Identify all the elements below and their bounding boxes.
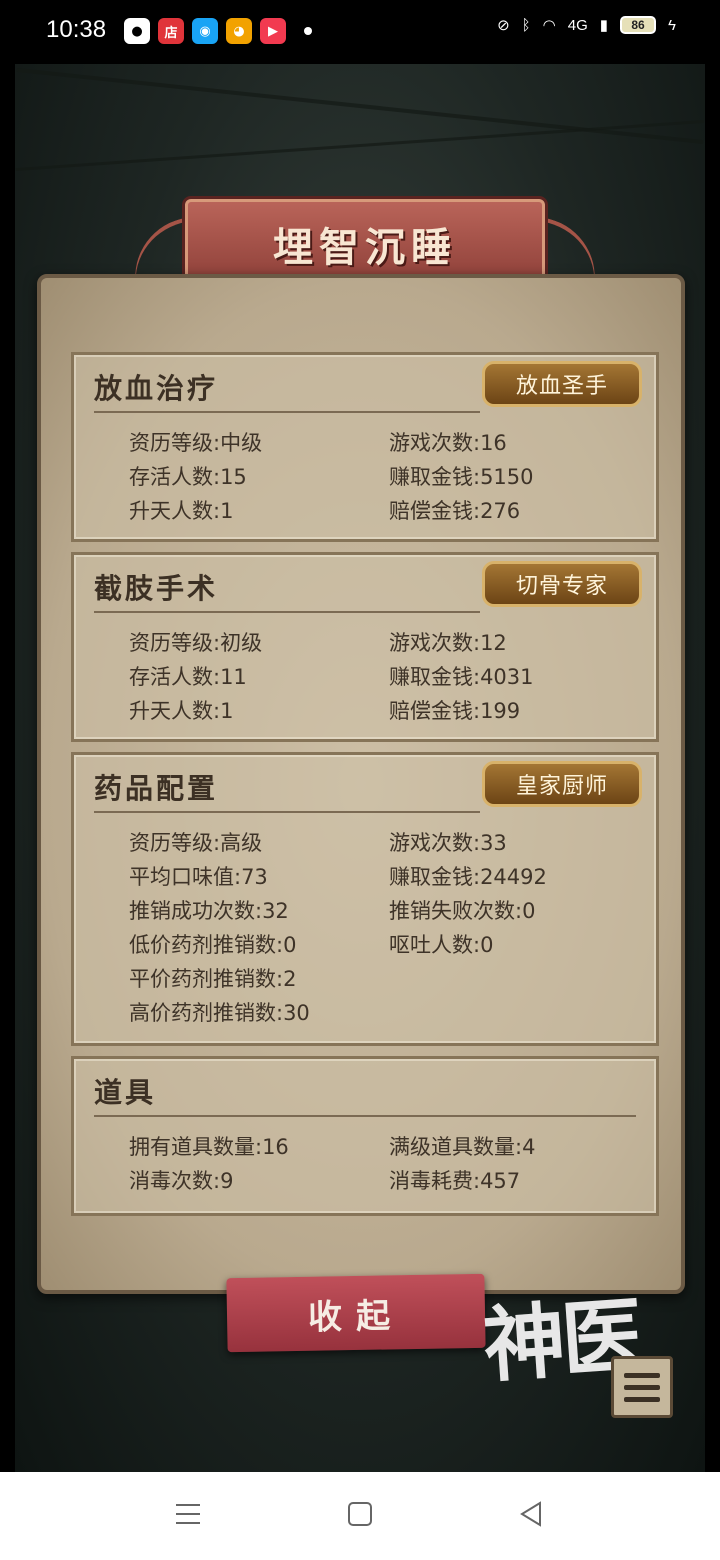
- stat-row: 资历等级:高级 游戏次数:33: [129, 825, 649, 859]
- stat-row: 升天人数:1 赔偿金钱:276: [129, 493, 649, 527]
- notification-icons: ● 店 ◉ ◕ ▶: [124, 18, 312, 44]
- section-divider: [94, 611, 480, 613]
- stat-row: 平均口味值:73 赚取金钱:24492: [129, 859, 649, 893]
- stat-item: 消毒次数:9: [129, 1169, 234, 1193]
- collapse-label: 收起: [307, 1295, 405, 1338]
- menu-line: [624, 1372, 660, 1378]
- stat-row: 存活人数:11 赚取金钱:4031: [129, 659, 649, 693]
- vibrate-icon: ⊘: [497, 17, 510, 34]
- stat-row: 推销成功次数:32 推销失败次数:0: [129, 893, 649, 927]
- system-icons: ⊘ ᛒ ◠ 4G ▮ 86 ϟ: [497, 16, 676, 34]
- stat-item: 升天人数:1: [129, 699, 234, 723]
- stat-item: 消毒耗费:457: [389, 1169, 521, 1193]
- section-divider: [94, 1115, 636, 1117]
- stat-item: 呕吐人数:0: [389, 933, 494, 957]
- stat-item: 赔偿金钱:276: [389, 499, 521, 523]
- video-icon: ▶: [260, 18, 286, 44]
- wifi-icon: ◠: [542, 17, 556, 34]
- recent-apps-icon[interactable]: [174, 1500, 202, 1528]
- stat-item: 资历等级:中级: [129, 431, 263, 455]
- stat-item: 平均口味值:73: [129, 865, 268, 889]
- home-icon[interactable]: [346, 1500, 374, 1528]
- stats-grid: 资历等级:高级 游戏次数:33 平均口味值:73 赚取金钱:24492 推销成功…: [129, 825, 649, 1029]
- stats-grid: 资历等级:初级 游戏次数:12 存活人数:11 赚取金钱:4031 升天人数:1…: [129, 625, 649, 727]
- stat-item: 平价药剂推销数:2: [129, 967, 297, 991]
- battery-icon: 86: [620, 16, 657, 34]
- stat-item: 游戏次数:16: [389, 431, 507, 455]
- stat-item: 资历等级:初级: [129, 631, 263, 655]
- stat-item: 资历等级:高级: [129, 831, 263, 855]
- stats-panel: 放血治疗 放血圣手 资历等级:中级 游戏次数:16 存活人数:15 赚取金钱:5…: [37, 274, 685, 1294]
- qq-icon: ◉: [192, 18, 218, 44]
- stat-row: 平价药剂推销数:2: [129, 961, 649, 995]
- stat-item: 赔偿金钱:199: [389, 699, 521, 723]
- stat-row: 消毒次数:9 消毒耗费:457: [129, 1163, 649, 1197]
- stat-row: 资历等级:初级 游戏次数:12: [129, 625, 649, 659]
- stat-item: 推销失败次数:0: [389, 899, 536, 923]
- stat-item: 升天人数:1: [129, 499, 234, 523]
- section-title: 道具: [94, 1076, 157, 1109]
- stat-row: 存活人数:15 赚取金钱:5150: [129, 459, 649, 493]
- weibo-icon: ◕: [226, 18, 252, 44]
- stats-grid: 资历等级:中级 游戏次数:16 存活人数:15 赚取金钱:5150 升天人数:1…: [129, 425, 649, 527]
- signal-icon: ▮: [599, 17, 609, 34]
- stats-grid: 拥有道具数量:16 满级道具数量:4 消毒次数:9 消毒耗费:457: [129, 1129, 649, 1197]
- section-title: 放血治疗: [94, 372, 219, 405]
- section-items: 道具 拥有道具数量:16 满级道具数量:4 消毒次数:9 消毒耗费:457: [71, 1056, 659, 1216]
- section-title: 药品配置: [94, 772, 219, 805]
- stat-item: 满级道具数量:4: [389, 1135, 536, 1159]
- status-bar: 10:38 ● 店 ◉ ◕ ▶ ⊘ ᛒ ◠ 4G ▮ 86 ϟ: [0, 0, 720, 64]
- stat-row: 拥有道具数量:16 满级道具数量:4: [129, 1129, 649, 1163]
- game-screen: 埋智沉睡 放血治疗 放血圣手 资历等级:中级 游戏次数:16 存活人数:15 赚…: [15, 64, 705, 1472]
- stat-item: 高价药剂推销数:30: [129, 1001, 310, 1025]
- section-medicine: 药品配置 皇家厨师 资历等级:高级 游戏次数:33 平均口味值:73 赚取金钱:…: [71, 752, 659, 1046]
- banner-title: 埋智沉睡: [273, 224, 457, 271]
- stat-item: 游戏次数:12: [389, 631, 507, 655]
- stat-item: 推销成功次数:32: [129, 899, 289, 923]
- section-divider: [94, 811, 480, 813]
- back-icon[interactable]: [518, 1500, 546, 1528]
- wechat-icon: ●: [124, 18, 150, 44]
- stat-item: 赚取金钱:5150: [389, 465, 534, 489]
- stat-item: 低价药剂推销数:0: [129, 933, 297, 957]
- section-bloodletting: 放血治疗 放血圣手 资历等级:中级 游戏次数:16 存活人数:15 赚取金钱:5…: [71, 352, 659, 542]
- section-amputation: 截肢手术 切骨专家 资历等级:初级 游戏次数:12 存活人数:11 赚取金钱:4…: [71, 552, 659, 742]
- stat-item: 游戏次数:33: [389, 831, 507, 855]
- stat-item: 赚取金钱:4031: [389, 665, 534, 689]
- section-title: 截肢手术: [94, 572, 219, 605]
- title-badge: 切骨专家: [482, 561, 642, 607]
- title-badge: 皇家厨师: [482, 761, 642, 807]
- background-beam: [15, 119, 705, 172]
- stat-row: 高价药剂推销数:30: [129, 995, 649, 1029]
- status-time: 10:38: [46, 16, 107, 43]
- menu-line: [624, 1396, 660, 1402]
- navigation-bar: [0, 1472, 720, 1560]
- stat-row: 升天人数:1 赔偿金钱:199: [129, 693, 649, 727]
- background-beam: [16, 67, 704, 145]
- charging-icon: ϟ: [668, 16, 676, 34]
- stat-row: 资历等级:中级 游戏次数:16: [129, 425, 649, 459]
- stat-item: 赚取金钱:24492: [389, 865, 547, 889]
- store-icon: 店: [158, 18, 184, 44]
- more-notifications-icon: [304, 27, 312, 35]
- stat-item: 存活人数:15: [129, 465, 247, 489]
- network-type: 4G: [567, 16, 588, 34]
- bluetooth-icon: ᛒ: [521, 16, 531, 34]
- stat-row: 低价药剂推销数:0 呕吐人数:0: [129, 927, 649, 961]
- section-divider: [94, 411, 480, 413]
- title-badge: 放血圣手: [482, 361, 642, 407]
- stat-item: 存活人数:11: [129, 665, 247, 689]
- collapse-button[interactable]: 收起: [226, 1273, 486, 1353]
- menu-line: [624, 1384, 660, 1390]
- stat-item: 拥有道具数量:16: [129, 1135, 289, 1159]
- menu-icon[interactable]: [611, 1356, 673, 1418]
